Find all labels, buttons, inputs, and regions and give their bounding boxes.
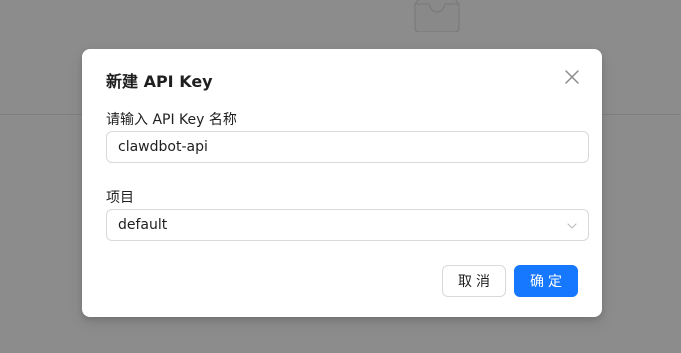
name-field-label: 请输入 API Key 名称 — [106, 112, 237, 128]
dialog-title: 新建 API Key — [106, 72, 213, 91]
project-select[interactable]: default — [106, 209, 589, 241]
close-icon — [565, 70, 579, 84]
page: 新建 API Key 请输入 API Key 名称 clawdbot-api 项… — [0, 0, 681, 353]
close-button[interactable] — [562, 67, 582, 87]
api-key-name-value: clawdbot-api — [118, 139, 208, 155]
api-key-name-input[interactable]: clawdbot-api — [106, 131, 589, 163]
chevron-down-icon — [567, 223, 577, 229]
project-select-value: default — [118, 217, 168, 233]
project-field-label: 项目 — [106, 190, 134, 206]
create-api-key-dialog: 新建 API Key 请输入 API Key 名称 clawdbot-api 项… — [82, 49, 602, 317]
cancel-button[interactable]: 取消 — [442, 265, 506, 297]
confirm-button[interactable]: 确定 — [514, 265, 578, 297]
